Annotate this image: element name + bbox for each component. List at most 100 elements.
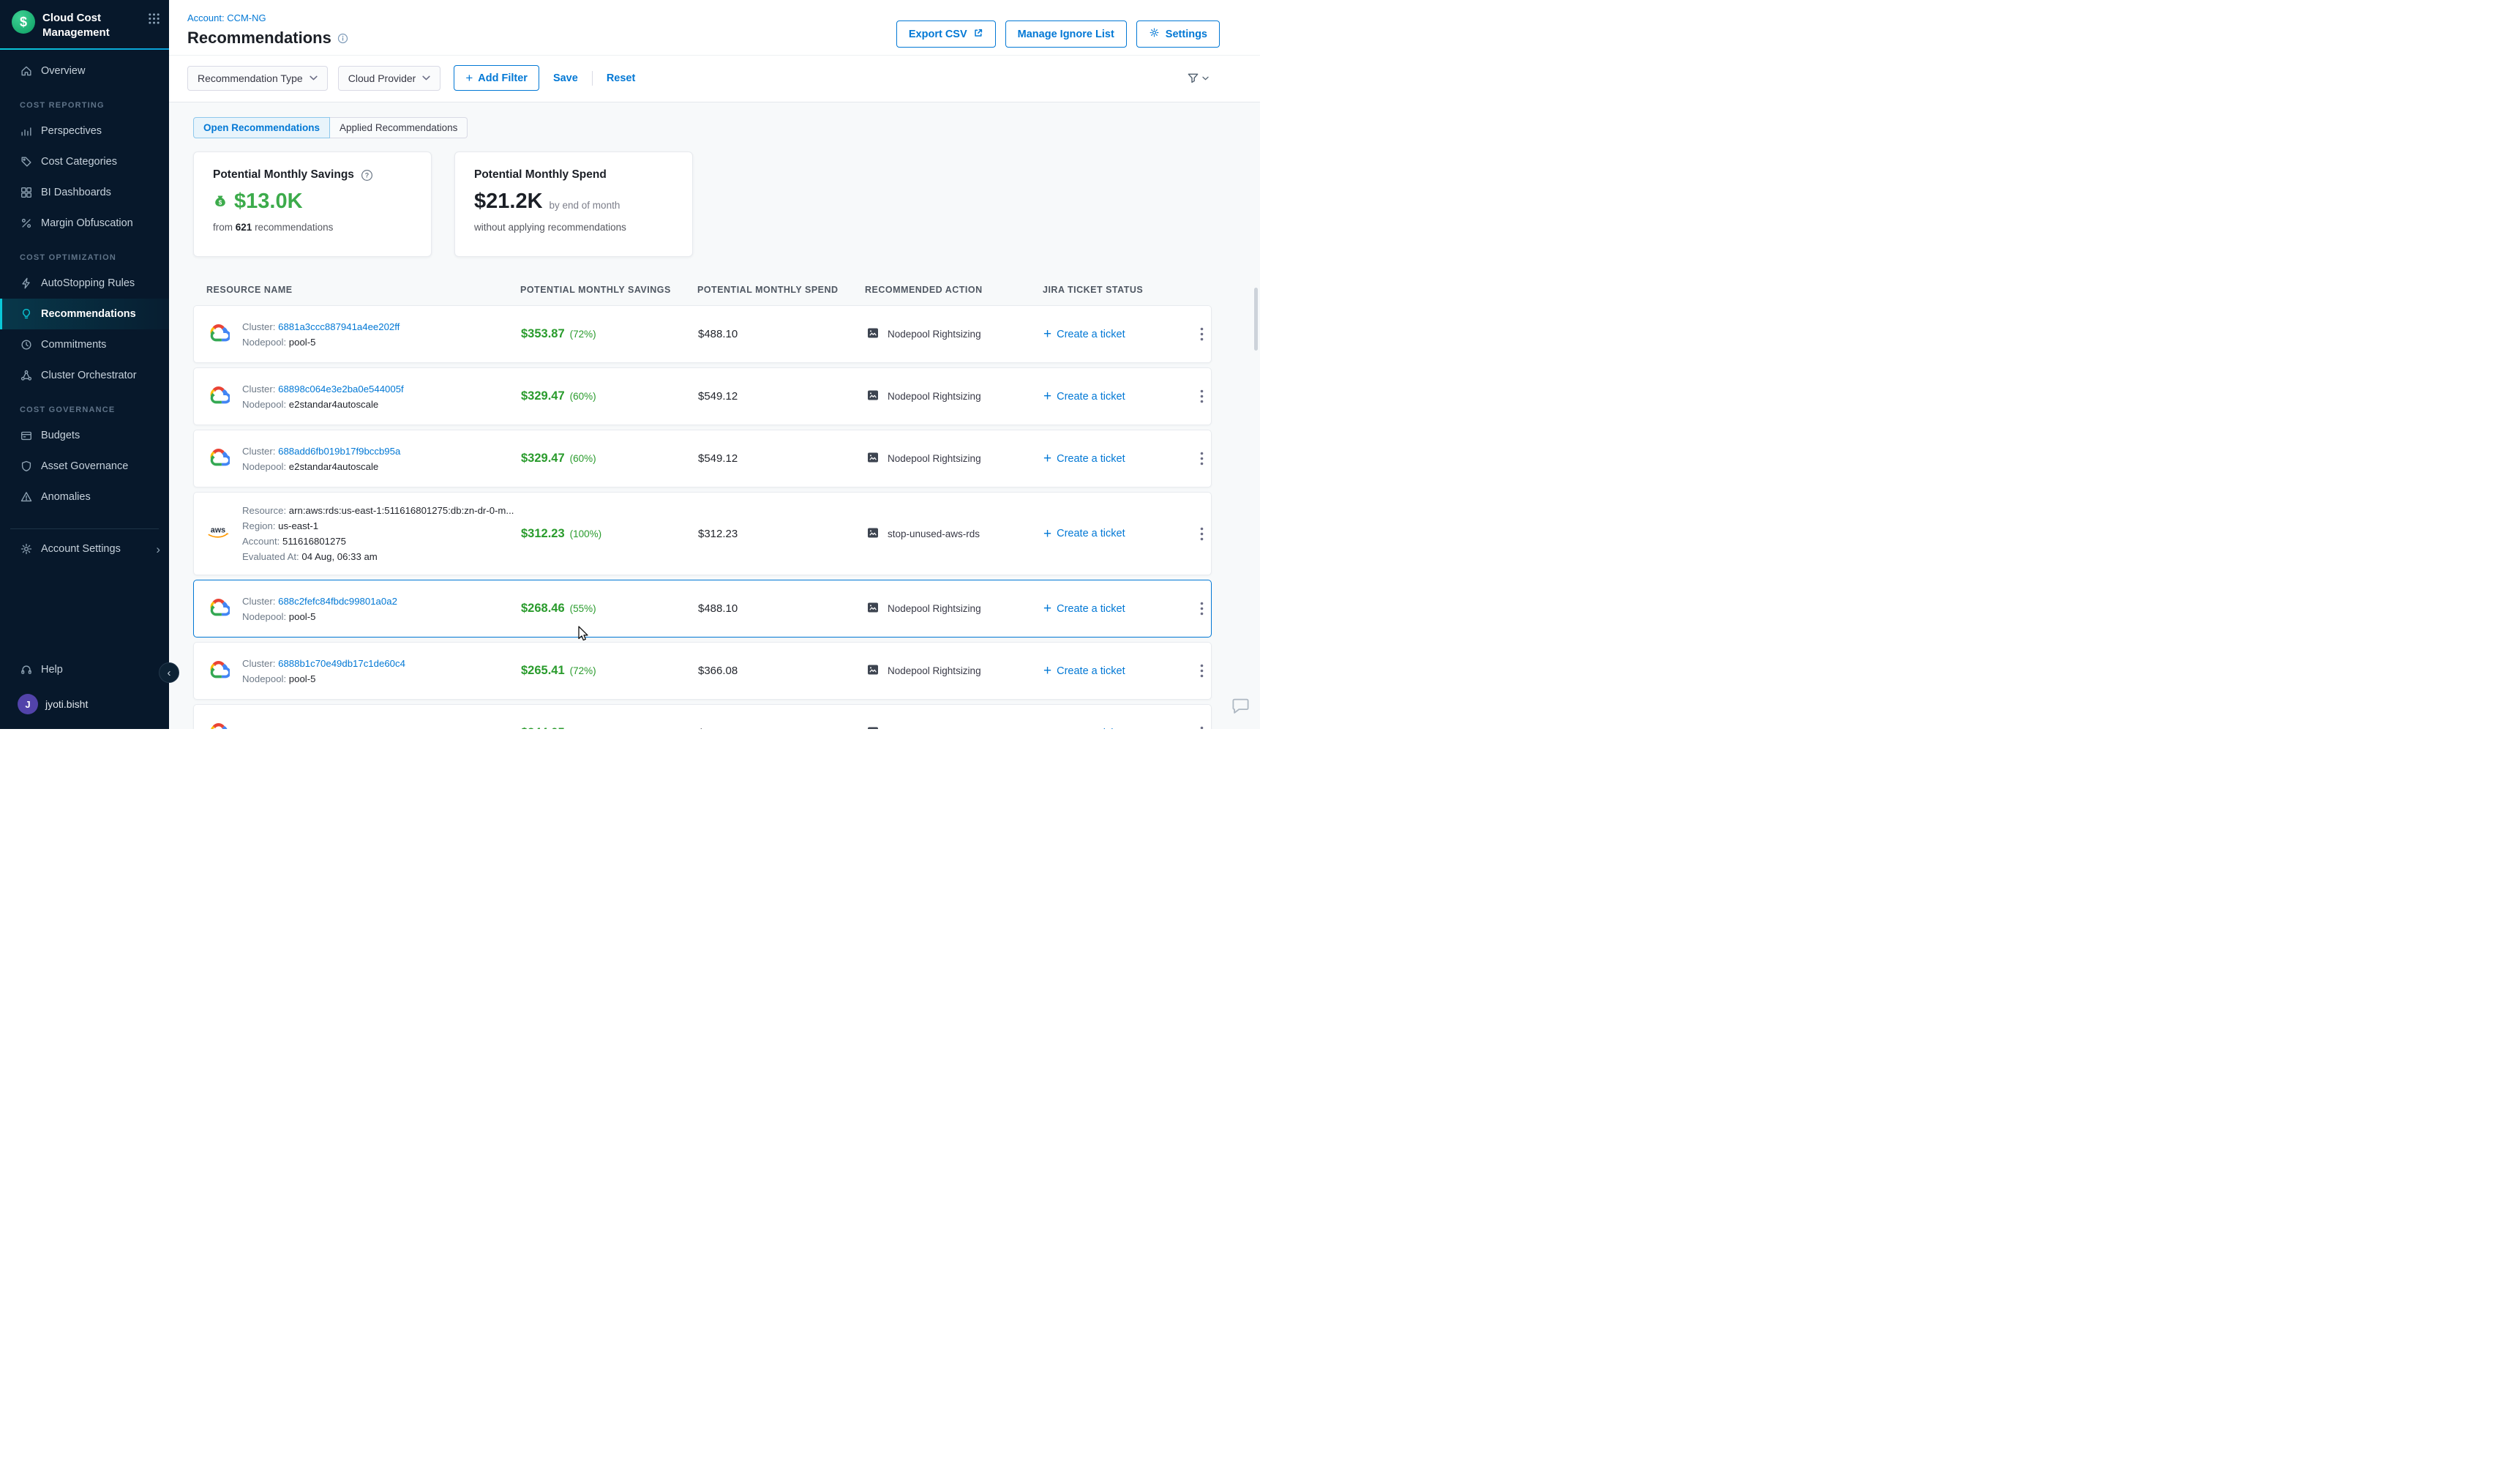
spend-card-title: Potential Monthly Spend <box>474 168 607 182</box>
resource-link[interactable]: 6888b1c70e49db17c1de60c4 <box>278 658 405 669</box>
potential-savings-value: $13.0K <box>234 191 303 212</box>
summary-cards: Potential Monthly Savings ? $ $13.0K fro… <box>193 152 1212 257</box>
spend-cell: $549.12 <box>698 390 866 403</box>
chat-help-icon[interactable] <box>1231 695 1250 719</box>
sidebar-item-asset-governance[interactable]: Asset Governance <box>0 451 169 482</box>
recommendations-icon <box>20 307 33 321</box>
resource-link[interactable]: 688add6fb019b17f9bccb95a <box>278 446 400 457</box>
table-row[interactable]: aws Resource: arn:aws:rds:us-east-1:5116… <box>193 492 1212 575</box>
scrollbar-thumb[interactable] <box>1254 288 1258 351</box>
create-ticket-button[interactable]: + Create a ticket <box>1043 602 1192 616</box>
sidebar-item-margin-obfuscation[interactable]: Margin Obfuscation <box>0 208 169 239</box>
resource-info: Cluster: 688c2fefc84fbdc99801a0a2Nodepoo… <box>242 594 521 624</box>
recommended-action-cell: Nodepool Rightsizing <box>866 600 1043 617</box>
sidebar-item-overview[interactable]: Overview <box>0 56 169 86</box>
sidebar-footer: Help J jyoti.bisht <box>0 654 169 729</box>
table-row[interactable]: Cluster: 6886e92f59a48cad86b5b1c6 $244.0… <box>193 704 1212 729</box>
budgets-icon <box>20 429 33 442</box>
recommended-action-cell: stop-unused-aws-rds <box>866 526 1043 542</box>
sidebar-collapse-button[interactable]: ‹ <box>159 662 179 683</box>
add-filter-button[interactable]: + Add Filter <box>454 65 539 91</box>
settings-button[interactable]: Settings <box>1136 20 1220 48</box>
sidebar-item-cost-categories[interactable]: Cost Categories <box>0 146 169 177</box>
sidebar-item-perspectives[interactable]: Perspectives <box>0 116 169 146</box>
row-menu-button[interactable] <box>1192 664 1211 678</box>
table-row[interactable]: Cluster: 688c2fefc84fbdc99801a0a2Nodepoo… <box>193 580 1212 638</box>
resource-link[interactable]: 6886e92f59a48cad86b5b1c6 <box>278 728 403 729</box>
spend-cell: $427.09 <box>698 727 866 729</box>
aws-logo-icon: aws <box>205 523 231 544</box>
resource-line: Nodepool: e2standar4autoscale <box>242 459 521 474</box>
manage-ignore-list-button[interactable]: Manage Ignore List <box>1005 20 1127 48</box>
sidebar-item-help[interactable]: Help <box>0 654 169 685</box>
cloud-provider-select[interactable]: Cloud Provider <box>338 66 441 91</box>
potential-savings-card: Potential Monthly Savings ? $ $13.0K fro… <box>193 152 432 257</box>
table-row[interactable]: Cluster: 6881a3ccc887941a4ee202ffNodepoo… <box>193 305 1212 363</box>
sidebar-nav: OverviewCOST REPORTINGPerspectivesCost C… <box>0 56 169 512</box>
row-menu-button[interactable] <box>1192 327 1211 341</box>
table-row[interactable]: Cluster: 6888b1c70e49db17c1de60c4Nodepoo… <box>193 642 1212 700</box>
spend-subtitle: without applying recommendations <box>474 222 673 233</box>
create-ticket-button[interactable]: + Create a ticket <box>1043 664 1192 678</box>
resource-value: pool-5 <box>289 673 316 684</box>
export-csv-button[interactable]: Export CSV <box>896 20 996 48</box>
savings-cell: $353.87(72%) <box>521 327 698 341</box>
resource-line: Nodepool: e2standar4autoscale <box>242 397 521 412</box>
savings-cell: $312.23(100%) <box>521 527 698 541</box>
reset-filter-button[interactable]: Reset <box>603 72 640 84</box>
row-menu-button[interactable] <box>1192 527 1211 541</box>
sidebar-item-autostopping-rules[interactable]: AutoStopping Rules <box>0 268 169 299</box>
gcp-logo-icon <box>206 446 230 471</box>
save-filter-button[interactable]: Save <box>550 72 582 84</box>
row-menu-button[interactable] <box>1192 726 1211 729</box>
help-circle-icon[interactable]: ? <box>361 169 373 182</box>
resource-line: Nodepool: pool-5 <box>242 334 521 350</box>
resource-link[interactable]: 688c2fefc84fbdc99801a0a2 <box>278 596 397 607</box>
resource-info: Resource: arn:aws:rds:us-east-1:51161680… <box>242 503 521 564</box>
column-header: POTENTIAL MONTHLY SPEND <box>697 285 865 295</box>
table-row[interactable]: Cluster: 688add6fb019b17f9bccb95aNodepoo… <box>193 430 1212 487</box>
create-ticket-button[interactable]: + Create a ticket <box>1043 726 1192 729</box>
recommendation-tabs: Open Recommendations Applied Recommendat… <box>193 117 468 138</box>
sidebar-item-recommendations[interactable]: Recommendations <box>0 299 169 329</box>
module-switcher-icon[interactable] <box>148 10 160 29</box>
sidebar-item-cluster-orchestrator[interactable]: Cluster Orchestrator <box>0 360 169 391</box>
create-ticket-button[interactable]: + Create a ticket <box>1043 527 1192 541</box>
resource-line: Account: 511616801275 <box>242 534 521 549</box>
sidebar-item-commitments[interactable]: Commitments <box>0 329 169 360</box>
kebab-icon <box>1200 327 1204 341</box>
resource-link[interactable]: 6881a3ccc887941a4ee202ff <box>278 321 400 332</box>
resource-value: 04 Aug, 06:33 am <box>301 551 377 562</box>
recommendation-type-select[interactable]: Recommendation Type <box>187 66 328 91</box>
spend-cell: $488.10 <box>698 328 866 340</box>
create-ticket-button[interactable]: + Create a ticket <box>1043 327 1192 341</box>
gear-icon <box>1149 27 1160 41</box>
tab-open-recommendations[interactable]: Open Recommendations <box>193 117 330 138</box>
row-menu-button[interactable] <box>1192 602 1211 616</box>
filter-drawer-button[interactable] <box>1187 72 1209 84</box>
create-ticket-button[interactable]: + Create a ticket <box>1043 452 1192 466</box>
sidebar-item-bi-dashboards[interactable]: BI Dashboards <box>0 177 169 208</box>
resource-line: Cluster: 688add6fb019b17f9bccb95a <box>242 444 521 459</box>
table-body: Cluster: 6881a3ccc887941a4ee202ffNodepoo… <box>193 305 1212 729</box>
resource-link[interactable]: 68898c064e3e2ba0e544005f <box>278 384 404 395</box>
resource-value: arn:aws:rds:us-east-1:511616801275:db:zn… <box>289 505 514 516</box>
resource-info: Cluster: 68898c064e3e2ba0e544005fNodepoo… <box>242 381 521 412</box>
table-row[interactable]: Cluster: 68898c064e3e2ba0e544005fNodepoo… <box>193 367 1212 425</box>
row-menu-button[interactable] <box>1192 452 1211 466</box>
create-ticket-button[interactable]: + Create a ticket <box>1043 389 1192 403</box>
user-menu[interactable]: J jyoti.bisht <box>0 685 169 722</box>
savings-cell: $265.41(72%) <box>521 664 698 678</box>
sidebar-item-anomalies[interactable]: Anomalies <box>0 482 169 512</box>
sidebar-item-budgets[interactable]: Budgets <box>0 420 169 451</box>
tab-applied-recommendations[interactable]: Applied Recommendations <box>330 117 468 138</box>
ccm-logo-icon: $ <box>12 10 35 34</box>
sidebar-item-account-settings[interactable]: Account Settings › <box>0 534 169 564</box>
resource-value: 511616801275 <box>282 536 346 547</box>
kebab-icon <box>1200 389 1204 403</box>
row-menu-button[interactable] <box>1192 389 1211 403</box>
sidebar-item-label: AutoStopping Rules <box>41 277 135 289</box>
info-icon[interactable] <box>337 33 348 44</box>
breadcrumb-account-link[interactable]: Account: CCM-NG <box>187 12 266 23</box>
sidebar-section-heading: COST OPTIMIZATION <box>0 239 169 268</box>
